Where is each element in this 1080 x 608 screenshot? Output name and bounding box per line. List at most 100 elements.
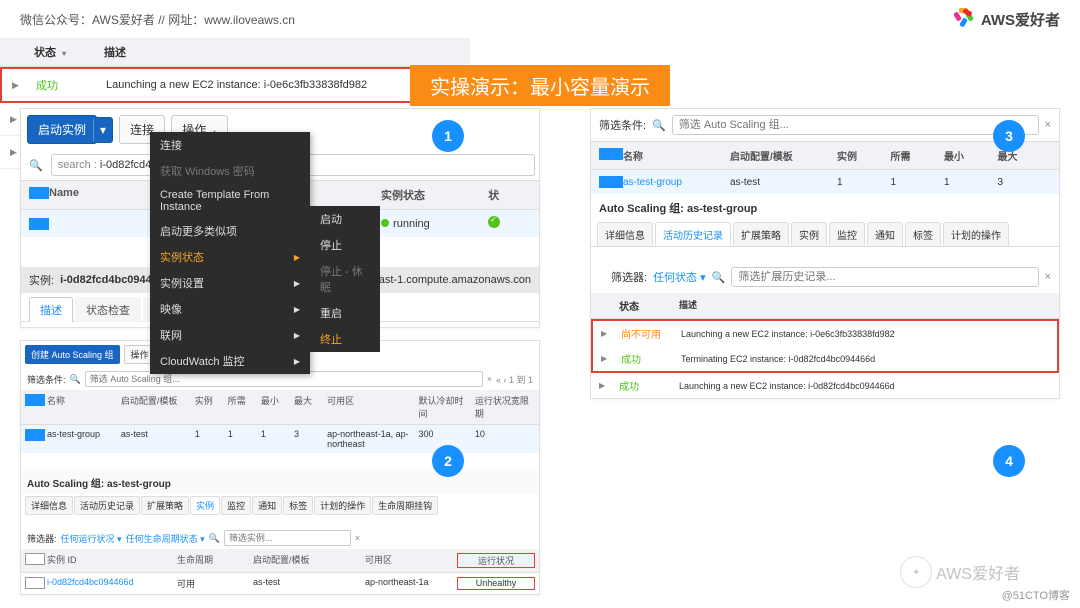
chevron-right-icon: ▶ bbox=[294, 305, 300, 314]
chevron-right-icon: ▶ bbox=[294, 253, 300, 262]
create-asg-button[interactable]: 创建 Auto Scaling 组 bbox=[25, 345, 120, 364]
select-all-checkbox[interactable] bbox=[25, 394, 45, 406]
tab-history[interactable]: 活动历史记录 bbox=[655, 222, 731, 246]
tab-tags[interactable]: 标签 bbox=[283, 496, 313, 515]
instance-dns: ast-1.compute.amazonaws.con bbox=[379, 274, 531, 286]
page-header: 微信公众号：AWS爱好者 // 网址：www.iloveaws.cn AWS爱好… bbox=[0, 0, 1080, 38]
chevron-right-icon: ▶ bbox=[294, 279, 300, 288]
tab-instances[interactable]: 实例 bbox=[791, 222, 827, 246]
row-checkbox[interactable] bbox=[29, 218, 49, 230]
lifecycle-filter-dropdown[interactable]: 任何生命周期状态 ▾ bbox=[126, 532, 205, 545]
submenu-start[interactable]: 启动 bbox=[310, 206, 380, 232]
table-row[interactable]: as-test-group as-test 1 1 1 3 bbox=[591, 170, 1059, 194]
history-table-header: 状态 描述 bbox=[591, 293, 1059, 319]
row-checkbox[interactable] bbox=[25, 429, 45, 441]
history-table-header: 状态 ▾ 描述 bbox=[0, 38, 470, 67]
submenu-terminate[interactable]: 终止 bbox=[310, 326, 380, 352]
filter-label: 筛选器: bbox=[27, 532, 57, 545]
filter-label: 筛选器: bbox=[611, 269, 647, 285]
status-dot-icon bbox=[381, 219, 389, 227]
submenu-reboot[interactable]: 重启 bbox=[310, 300, 380, 326]
tab-detail[interactable]: 详细信息 bbox=[25, 496, 73, 515]
status-filter-dropdown[interactable]: 任何状态 ▾ bbox=[653, 269, 706, 285]
step-badge-4: 4 bbox=[993, 445, 1025, 477]
history-filter-input[interactable] bbox=[731, 267, 1038, 287]
wechat-icon: ✦ bbox=[900, 556, 932, 588]
instances-table-header: 实例 ID 生命周期 启动配置/模板 可用区 运行状况 bbox=[21, 549, 539, 573]
tab-monitor[interactable]: 监控 bbox=[221, 496, 251, 515]
tab-status-check[interactable]: 状态检查 bbox=[75, 297, 141, 322]
launch-dropdown-button[interactable]: ▾ bbox=[93, 117, 113, 143]
watermark-text: @51CTO博客 bbox=[1002, 587, 1070, 603]
autoscaling-panel-3: 筛选条件: 🔍 × 名称 启动配置/模板 实例 所需 最小 最大 as-test… bbox=[590, 108, 1060, 399]
tab-policy[interactable]: 扩展策略 bbox=[733, 222, 789, 246]
search-icon: 🔍 bbox=[25, 159, 47, 172]
history-row[interactable]: ▶ 成功 Launching a new EC2 instance: i-0d8… bbox=[591, 373, 1059, 398]
tab-scheduled[interactable]: 计划的操作 bbox=[943, 222, 1009, 246]
clear-icon[interactable]: × bbox=[1045, 119, 1051, 131]
status-ok-icon bbox=[488, 216, 500, 228]
menu-instance-state[interactable]: 实例状态▶ bbox=[150, 244, 310, 270]
history-row-highlighted[interactable]: ▶ 成功 Launching a new EC2 instance: i-0e6… bbox=[0, 67, 470, 103]
tab-detail[interactable]: 详细信息 bbox=[597, 222, 653, 246]
sort-icon[interactable]: ▾ bbox=[62, 49, 66, 58]
row-checkbox[interactable] bbox=[599, 176, 623, 188]
menu-create-template[interactable]: Create Template From Instance bbox=[150, 184, 310, 218]
asg-table-header: 名称 启动配置/模板 实例 所需 最小 最大 bbox=[591, 141, 1059, 170]
tab-lifecycle[interactable]: 生命周期挂钩 bbox=[372, 496, 438, 515]
tab-scheduled[interactable]: 计划的操作 bbox=[314, 496, 371, 515]
menu-connect[interactable]: 连接 bbox=[150, 132, 310, 158]
launch-instance-button[interactable]: 启动实例 bbox=[27, 115, 97, 144]
tab-policy[interactable]: 扩展策略 bbox=[141, 496, 189, 515]
tab-instances[interactable]: 实例 bbox=[190, 496, 220, 515]
menu-cloudwatch[interactable]: CloudWatch 监控▶ bbox=[150, 348, 310, 374]
search-icon: 🔍 bbox=[712, 271, 726, 284]
actions-context-menu: 连接 获取 Windows 密码 Create Template From In… bbox=[150, 132, 310, 374]
row-checkbox[interactable] bbox=[25, 577, 45, 589]
menu-network[interactable]: 联网▶ bbox=[150, 322, 310, 348]
asg-tabs: 详细信息 活动历史记录 扩展策略 实例 监控 通知 标签 计划的操作 生命周期挂… bbox=[21, 494, 539, 517]
step-badge-3: 3 bbox=[993, 120, 1025, 152]
history-row[interactable]: ▶ 尚不可用 Launching a new EC2 instance: i-0… bbox=[593, 321, 1057, 346]
tab-monitor[interactable]: 监控 bbox=[829, 222, 865, 246]
asg-subtitle: Auto Scaling 组: as-test-group bbox=[591, 194, 1059, 222]
menu-launch-more[interactable]: 启动更多类似项 bbox=[150, 218, 310, 244]
asg-filter-input[interactable] bbox=[672, 115, 1039, 135]
search-icon: 🔍 bbox=[652, 119, 666, 132]
col-status[interactable]: 状 bbox=[488, 187, 531, 203]
submenu-stop[interactable]: 停止 bbox=[310, 232, 380, 258]
highlighted-rows: ▶ 尚不可用 Launching a new EC2 instance: i-0… bbox=[591, 319, 1059, 373]
submenu-stop-hibernate: 停止 - 休眠 bbox=[310, 258, 380, 300]
flower-icon bbox=[953, 8, 975, 30]
table-row[interactable]: as-test-group as-test 1 1 1 3 ap-northea… bbox=[21, 425, 539, 453]
clear-icon[interactable]: × bbox=[1045, 271, 1051, 283]
expand-icon[interactable]: ▶ bbox=[12, 80, 36, 91]
col-state[interactable]: 实例状态 bbox=[381, 187, 488, 203]
table-row[interactable]: i-0d82fcd4bc094466d 可用 as-test ap-northe… bbox=[21, 573, 539, 594]
select-all-checkbox[interactable] bbox=[29, 187, 49, 199]
step-badge-1: 1 bbox=[432, 120, 464, 152]
instance-filter-input[interactable] bbox=[224, 530, 351, 546]
tab-tags[interactable]: 标签 bbox=[905, 222, 941, 246]
expand-icon[interactable]: ▶ bbox=[601, 354, 621, 363]
brand-logo: AWS爱好者 bbox=[953, 8, 1060, 30]
tab-history[interactable]: 活动历史记录 bbox=[74, 496, 140, 515]
health-filter-dropdown[interactable]: 任何运行状况 ▾ bbox=[61, 532, 122, 545]
tab-notify[interactable]: 通知 bbox=[252, 496, 282, 515]
header-left: 微信公众号：AWS爱好者 // 网址：www.iloveaws.cn bbox=[20, 11, 295, 28]
watermark-logo: ✦ AWS爱好者 bbox=[900, 556, 1020, 588]
select-all-checkbox[interactable] bbox=[599, 148, 623, 160]
filter-label: 筛选条件: bbox=[27, 373, 66, 386]
select-all-checkbox[interactable] bbox=[25, 553, 45, 565]
menu-instance-settings[interactable]: 实例设置▶ bbox=[150, 270, 310, 296]
asg-section-title: Auto Scaling 组: as-test-group bbox=[21, 471, 539, 494]
expand-icon[interactable]: ▶ bbox=[599, 381, 619, 390]
tab-description[interactable]: 描述 bbox=[29, 297, 73, 322]
menu-image[interactable]: 映像▶ bbox=[150, 296, 310, 322]
filter-label: 筛选条件: bbox=[599, 117, 646, 133]
demo-title-banner: 实操演示：最小容量演示 bbox=[410, 65, 670, 106]
expand-icon[interactable]: ▶ bbox=[601, 329, 621, 338]
asg-table-header: 名称 启动配置/模板 实例 所需 最小 最大 可用区 默认冷却时间 运行状况宽限… bbox=[21, 390, 539, 425]
history-row[interactable]: ▶ 成功 Terminating EC2 instance: i-0d82fcd… bbox=[593, 346, 1057, 371]
tab-notify[interactable]: 通知 bbox=[867, 222, 903, 246]
